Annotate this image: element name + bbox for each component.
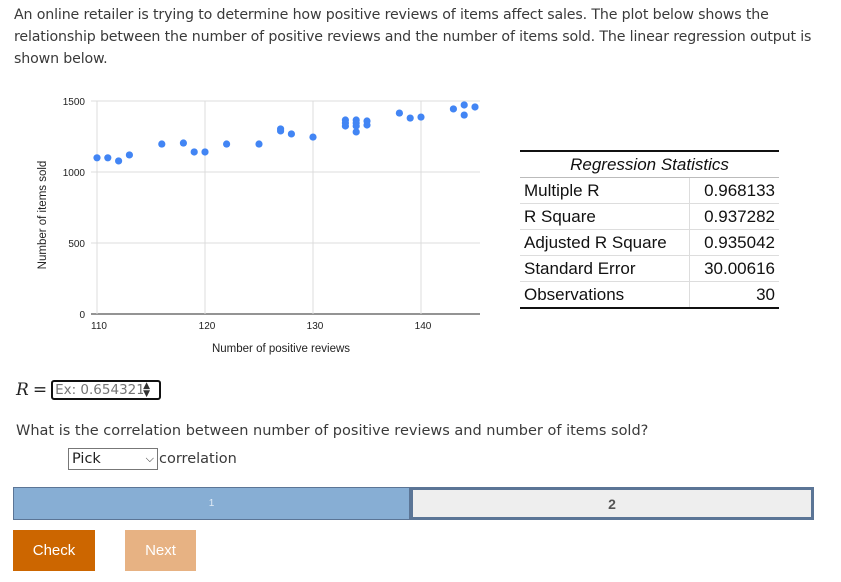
stat-label: Multiple R bbox=[520, 177, 690, 204]
question-text: What is the correlation between number o… bbox=[16, 423, 649, 439]
data-point bbox=[406, 114, 414, 122]
data-point bbox=[277, 127, 285, 135]
data-point bbox=[449, 105, 457, 113]
correlation-pick-row: Pick ⌵ correlation bbox=[68, 448, 237, 470]
scatter-chart: 0 500 1000 1500 110 120 130 140 Number of posit… bbox=[37, 97, 480, 355]
data-point bbox=[287, 130, 295, 138]
regression-row: Standard Error 30.00616 bbox=[520, 255, 779, 282]
regression-row: R Square 0.937282 bbox=[520, 203, 779, 230]
chevron-down-icon: ⌵ bbox=[145, 452, 154, 465]
next-button[interactable]: Next bbox=[125, 530, 196, 571]
x-tick-label: 120 bbox=[199, 321, 216, 332]
data-point bbox=[460, 101, 468, 109]
stat-value: 0.937282 bbox=[689, 203, 779, 230]
select-value: Pick bbox=[72, 451, 101, 467]
data-point bbox=[179, 139, 187, 147]
part-2-label: 2 bbox=[608, 495, 616, 512]
regression-row: Adjusted R Square 0.935042 bbox=[520, 229, 779, 256]
part-1-label: 1 bbox=[208, 498, 215, 509]
y-axis-label: Number of items sold bbox=[37, 161, 49, 270]
data-point bbox=[93, 154, 101, 162]
data-point bbox=[341, 119, 349, 127]
problem-intro: An online retailer is trying to determin… bbox=[14, 7, 812, 67]
stat-value: 30.00616 bbox=[689, 255, 779, 282]
check-button[interactable]: Check bbox=[13, 530, 95, 571]
data-point bbox=[104, 154, 112, 162]
regression-row: Observations 30 bbox=[520, 281, 779, 308]
data-point bbox=[223, 140, 231, 148]
spinner-icon[interactable]: ▲ ▼ bbox=[143, 382, 150, 399]
data-point bbox=[363, 121, 371, 129]
correlation-suffix: correlation bbox=[159, 451, 237, 467]
x-axis-label: Number of positive reviews bbox=[212, 343, 350, 355]
data-point bbox=[125, 151, 133, 159]
r-number-field[interactable]: ▲▼ bbox=[51, 380, 162, 400]
r-input[interactable] bbox=[55, 382, 144, 398]
stat-value: 0.968133 bbox=[689, 177, 779, 204]
correlation-select[interactable]: Pick ⌵ bbox=[68, 448, 158, 470]
stat-value: 30 bbox=[689, 281, 779, 308]
data-point bbox=[115, 157, 123, 165]
stat-label: Adjusted R Square bbox=[520, 229, 690, 256]
data-point bbox=[460, 111, 468, 119]
stat-value: 0.935042 bbox=[689, 229, 779, 256]
r-variable: R bbox=[16, 380, 29, 400]
y-tick-label: 1000 bbox=[63, 168, 86, 179]
data-point bbox=[395, 109, 403, 117]
data-point bbox=[417, 113, 425, 121]
progress-part-2[interactable]: 2 bbox=[410, 487, 814, 520]
x-tick-label: 110 bbox=[91, 321, 107, 332]
regression-statistics-table: Regression Statistics Multiple R 0.968133… bbox=[520, 150, 779, 309]
x-tick-label: 140 bbox=[415, 321, 432, 332]
regression-row: Multiple R 0.968133 bbox=[520, 177, 779, 204]
x-tick-label: 130 bbox=[307, 321, 324, 332]
data-point bbox=[309, 133, 317, 141]
y-tick-label: 0 bbox=[79, 310, 85, 321]
data-point bbox=[471, 103, 479, 111]
y-tick-label: 500 bbox=[68, 239, 85, 250]
data-point bbox=[255, 140, 263, 148]
data-point bbox=[352, 119, 360, 127]
regression-title: Regression Statistics bbox=[520, 151, 779, 178]
progress-part-1[interactable]: 1 bbox=[13, 487, 410, 520]
data-point bbox=[190, 148, 198, 156]
stat-label: R Square bbox=[520, 203, 690, 230]
data-point bbox=[352, 128, 360, 136]
y-tick-label: 1500 bbox=[63, 97, 86, 108]
data-point bbox=[201, 148, 209, 156]
question-progress: 1 2 bbox=[13, 487, 814, 520]
r-input-row: R = ▲▼ bbox=[16, 380, 162, 400]
stat-label: Observations bbox=[524, 284, 625, 304]
equals-sign: = bbox=[32, 380, 48, 400]
stat-label: Standard Error bbox=[520, 255, 690, 282]
data-point bbox=[158, 140, 166, 148]
